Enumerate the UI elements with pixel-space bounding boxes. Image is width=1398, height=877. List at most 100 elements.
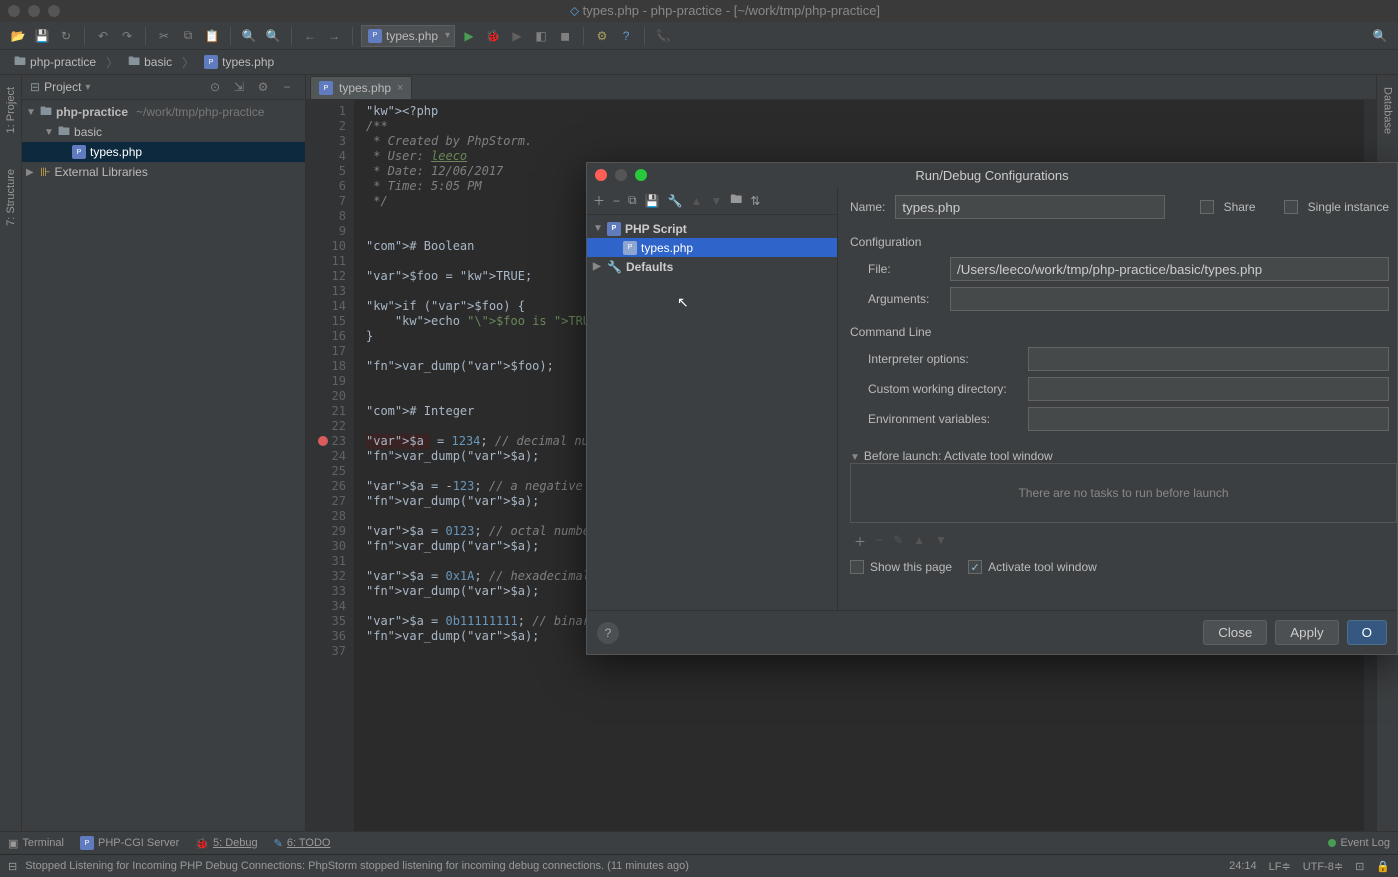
- up-icon[interactable]: ▲: [691, 194, 703, 208]
- cwd-input[interactable]: [1028, 377, 1389, 401]
- encoding[interactable]: UTF-8≑: [1303, 860, 1343, 873]
- gear-icon[interactable]: ⚙: [253, 77, 273, 97]
- apply-button[interactable]: Apply: [1275, 620, 1338, 645]
- down-icon[interactable]: ▼: [935, 533, 947, 550]
- activate-tool-checkbox[interactable]: [968, 560, 982, 574]
- undo-icon[interactable]: ↶: [93, 26, 113, 46]
- sync-icon[interactable]: ↻: [56, 26, 76, 46]
- coverage-icon[interactable]: ▶: [507, 26, 527, 46]
- dialog-list-toolbar: ＋ − ⧉ 💾 🔧 ▲ ▼ 🖿 ⇅: [587, 187, 837, 215]
- status-message: Stopped Listening for Incoming PHP Debug…: [25, 860, 689, 872]
- help-icon[interactable]: ?: [616, 26, 636, 46]
- event-log-tab[interactable]: Event Log: [1328, 837, 1390, 849]
- php-icon: P: [607, 222, 621, 236]
- args-input[interactable]: [950, 287, 1389, 311]
- config-category[interactable]: ▼P PHP Script: [587, 219, 837, 238]
- paste-icon[interactable]: 📋: [202, 26, 222, 46]
- save-all-icon[interactable]: 💾: [32, 26, 52, 46]
- tree-external-libs[interactable]: ▶⊪ External Libraries: [22, 162, 305, 182]
- back-icon[interactable]: ←: [300, 26, 320, 46]
- breadcrumb-item[interactable]: 🖿php-practice: [8, 52, 102, 73]
- library-icon: ⊪: [40, 165, 50, 179]
- settings-icon[interactable]: ⚙: [592, 26, 612, 46]
- env-input[interactable]: [1028, 407, 1389, 431]
- close-window-icon[interactable]: [8, 5, 20, 17]
- remove-icon[interactable]: −: [876, 533, 883, 550]
- sort-icon[interactable]: ⇅: [750, 194, 760, 208]
- wrench-icon[interactable]: 🔧: [668, 194, 683, 208]
- file-label: File:: [868, 262, 940, 276]
- breadcrumb-item[interactable]: 🖿basic: [122, 52, 178, 73]
- line-gutter[interactable]: 1234567891011121314151617181920212223242…: [306, 100, 354, 831]
- open-icon[interactable]: 📂: [8, 26, 28, 46]
- listen-icon[interactable]: 📞: [653, 26, 673, 46]
- cut-icon[interactable]: ✂: [154, 26, 174, 46]
- show-page-checkbox[interactable]: [850, 560, 864, 574]
- project-tree[interactable]: ▼🖿 php-practice ~/work/tmp/php-practice …: [22, 100, 305, 184]
- name-input[interactable]: [895, 195, 1165, 219]
- editor-tab[interactable]: P types.php ×: [310, 76, 412, 99]
- interp-input[interactable]: [1028, 347, 1389, 371]
- share-checkbox[interactable]: [1200, 200, 1214, 214]
- single-instance-checkbox[interactable]: [1284, 200, 1298, 214]
- close-icon[interactable]: ×: [397, 82, 403, 94]
- database-tool-tab[interactable]: Database: [1380, 79, 1396, 142]
- tree-folder[interactable]: ▼🖿 basic: [22, 122, 305, 142]
- tree-file[interactable]: P types.php: [22, 142, 305, 162]
- minimize-window-icon[interactable]: [28, 5, 40, 17]
- status-icon[interactable]: ⊟: [8, 860, 17, 873]
- folder-icon[interactable]: 🖿: [730, 190, 742, 211]
- config-item[interactable]: P types.php: [587, 238, 837, 257]
- todo-tab[interactable]: ✎ 6: TODO: [274, 837, 331, 850]
- breadcrumb-item[interactable]: Ptypes.php: [198, 55, 280, 69]
- run-icon[interactable]: ▶: [459, 26, 479, 46]
- folder-icon: 🖿: [40, 102, 52, 123]
- file-input[interactable]: [950, 257, 1389, 281]
- target-icon[interactable]: ⊙: [205, 77, 225, 97]
- edit-icon[interactable]: ✎: [893, 533, 903, 550]
- debug-tab[interactable]: 🐞 5: Debug: [195, 837, 257, 850]
- config-tree[interactable]: ▼P PHP Script P types.php ▶🔧 Defaults: [587, 215, 837, 610]
- remove-icon[interactable]: −: [613, 194, 620, 208]
- down-icon[interactable]: ▼: [710, 194, 722, 208]
- save-icon[interactable]: 💾: [645, 194, 660, 208]
- dialog-titlebar[interactable]: Run/Debug Configurations: [587, 163, 1397, 187]
- tree-root[interactable]: ▼🖿 php-practice ~/work/tmp/php-practice: [22, 102, 305, 122]
- copy-icon[interactable]: ⧉: [628, 193, 637, 208]
- traffic-lights: [8, 5, 60, 17]
- profile-icon[interactable]: ◧: [531, 26, 551, 46]
- copy-icon[interactable]: ⧉: [178, 26, 198, 46]
- before-launch-header[interactable]: ▼Before launch: Activate tool window: [850, 449, 1397, 463]
- search-everywhere-icon[interactable]: 🔍: [1370, 26, 1390, 46]
- lock-icon[interactable]: 🔒: [1376, 860, 1390, 873]
- ok-button[interactable]: O: [1347, 620, 1387, 645]
- add-icon[interactable]: ＋: [593, 192, 605, 209]
- window-title: ⬦ types.php - php-practice - [~/work/tmp…: [60, 3, 1390, 19]
- php-icon: P: [80, 836, 94, 850]
- php-cgi-tab[interactable]: P PHP-CGI Server: [80, 836, 179, 850]
- zoom-window-icon[interactable]: [48, 5, 60, 17]
- context-icon[interactable]: ⊡: [1355, 860, 1364, 873]
- activate-tool-label: Activate tool window: [988, 560, 1097, 574]
- php-icon: P: [623, 241, 637, 255]
- add-icon[interactable]: ＋: [854, 533, 866, 550]
- collapse-icon[interactable]: ⇲: [229, 77, 249, 97]
- dialog-config-form: Name: Share Single instance Configuratio…: [838, 187, 1397, 610]
- up-icon[interactable]: ▲: [913, 533, 925, 550]
- terminal-tab[interactable]: ▣ Terminal: [8, 837, 64, 850]
- replace-icon[interactable]: 🔍: [263, 26, 283, 46]
- config-defaults[interactable]: ▶🔧 Defaults: [587, 257, 837, 276]
- run-config-selector[interactable]: P types.php: [361, 25, 455, 47]
- caret-position[interactable]: 24:14: [1229, 860, 1257, 872]
- project-tool-tab[interactable]: 1: Project: [3, 79, 19, 141]
- line-separator[interactable]: LF≑: [1269, 860, 1291, 873]
- debug-icon[interactable]: 🐞: [483, 26, 503, 46]
- forward-icon[interactable]: →: [324, 26, 344, 46]
- close-button[interactable]: Close: [1203, 620, 1267, 645]
- structure-tool-tab[interactable]: 7: Structure: [3, 161, 19, 234]
- stop-icon[interactable]: ◼: [555, 26, 575, 46]
- hide-icon[interactable]: −: [277, 77, 297, 97]
- find-icon[interactable]: 🔍: [239, 26, 259, 46]
- redo-icon[interactable]: ↷: [117, 26, 137, 46]
- help-icon[interactable]: ?: [597, 622, 619, 644]
